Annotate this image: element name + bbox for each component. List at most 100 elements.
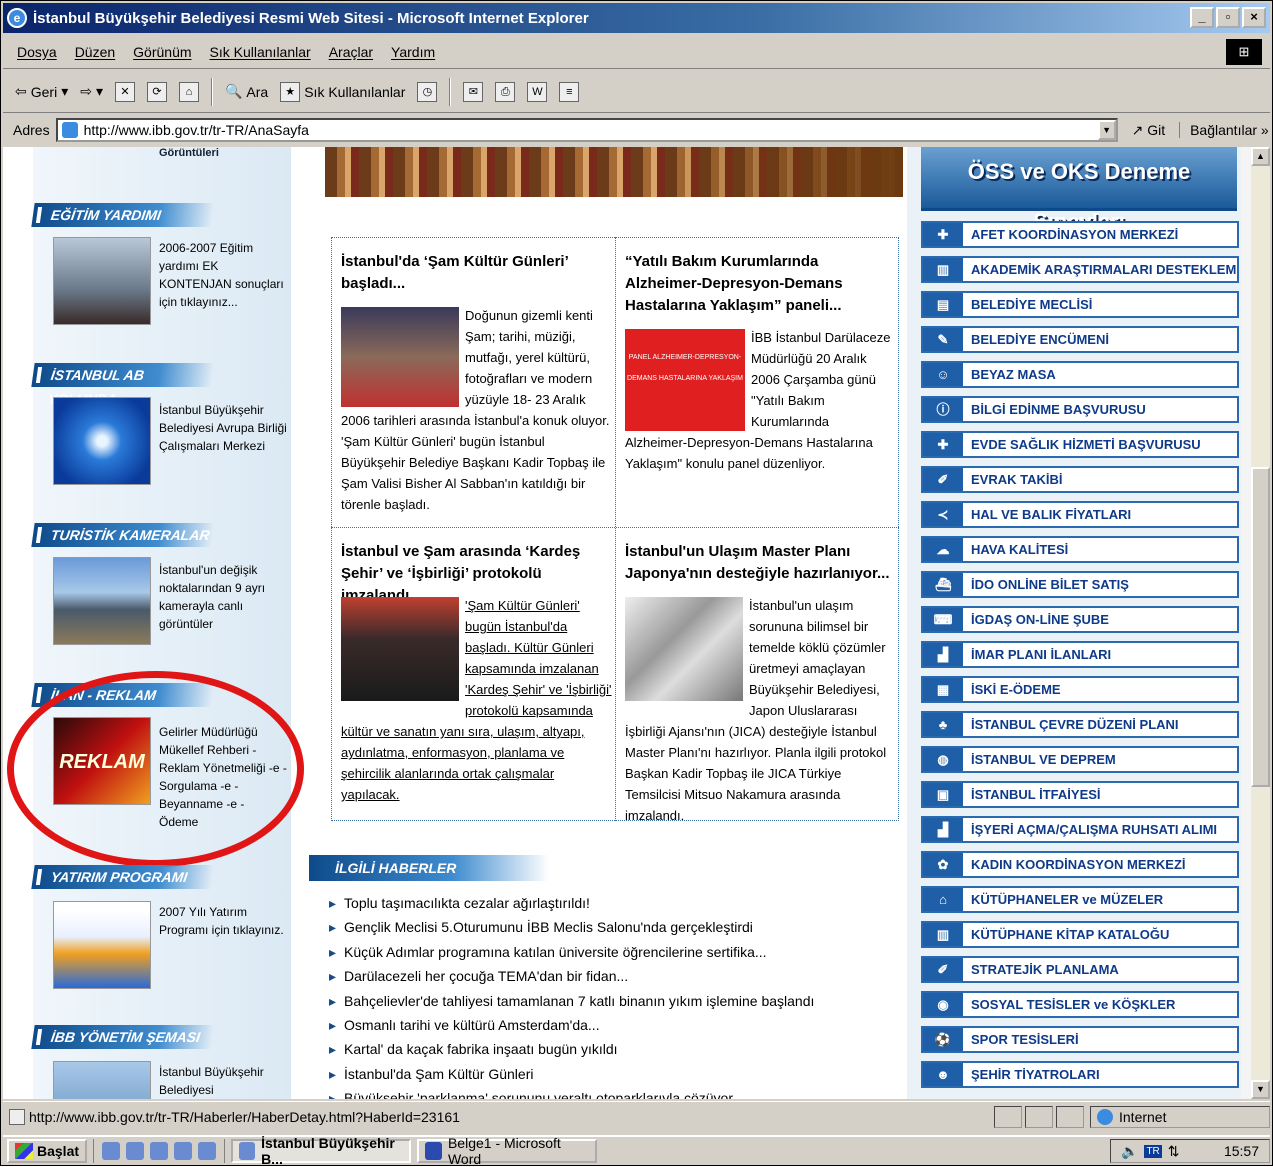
ie-quick-launch-icon[interactable] [174,1142,193,1160]
service-link[interactable]: ⛴ İDO ONLİNE BİLET SATIŞ [921,571,1239,598]
related-news-item[interactable]: Küçük Adımlar programına katılan ünivers… [329,940,889,964]
related-news-item[interactable]: Darülacezeli her çocuğa TEMA'dan bir fid… [329,964,889,988]
address-input[interactable]: http://www.ibb.gov.tr/tr-TR/AnaSayfa ▼ [55,118,1118,142]
service-link[interactable]: ✐ STRATEJİK PLANLAMA [921,956,1239,983]
quick-launch-icon[interactable] [198,1142,217,1160]
menu-gorunum[interactable]: Görünüm [133,44,191,60]
section-ibb-yonetim-semasi[interactable]: İBB YÖNETİM ŞEMASI [31,1025,215,1049]
discuss-icon[interactable]: ≡ [559,81,580,102]
scroll-down-icon[interactable]: ▼ [1251,1080,1270,1099]
minimize-button[interactable]: _ [1190,7,1214,28]
news-image-protokol[interactable] [341,597,459,701]
section-yatirim-programi[interactable]: YATIRIM PROGRAMI [31,865,215,889]
close-button[interactable]: × [1242,7,1266,28]
related-news-item[interactable]: Gençlik Meclisi 5.Oturumunu İBB Meclis S… [329,915,889,939]
ab-text[interactable]: İstanbul Büyükşehir Belediyesi Avrupa Bi… [159,401,287,455]
service-link[interactable]: ☁ HAVA KALİTESİ [921,536,1239,563]
menu-araclar[interactable]: Araçlar [329,44,373,60]
service-link[interactable]: ▥ AKADEMİK ARAŞTIRMALARI DESTEKLEME [921,256,1239,283]
service-link[interactable]: ▣ İSTANBUL İTFAİYESİ [921,781,1239,808]
related-news-item[interactable]: Osmanlı tarihi ve kültürü Amsterdam'da..… [329,1013,889,1037]
maximize-button[interactable]: ▫ [1216,7,1240,28]
related-news-item[interactable]: Büyükşehir 'parklanma' sorununu yeraltı … [329,1086,889,1099]
language-indicator[interactable]: TR [1144,1144,1162,1158]
volume-icon[interactable]: 🔈 [1121,1143,1138,1160]
oss-oks-banner[interactable]: ÖSS ve OKS Deneme Sınavları [921,147,1237,234]
search-button[interactable]: 🔍 Ara [225,83,268,100]
service-link[interactable]: ◉ SOSYAL TESİSLER ve KÖŞKLER [921,991,1239,1018]
service-link[interactable]: ⓘ BİLGİ EDİNME BAŞVURUSU [921,396,1239,423]
menu-yardim[interactable]: Yardım [391,44,435,60]
service-link[interactable]: ◍ İSTANBUL VE DEPREM [921,746,1239,773]
scroll-thumb[interactable] [1251,467,1270,787]
yatirim-text[interactable]: 2007 Yılı Yatırım Programı için tıklayın… [159,903,287,939]
history-icon[interactable]: ◷ [417,81,438,102]
news-image-master-plan[interactable] [625,597,743,701]
menu-dosya[interactable]: Dosya [17,44,57,60]
news-title[interactable]: “Yatılı Bakım Kurumlarında Alzheimer-Dep… [625,251,893,317]
scroll-up-icon[interactable]: ▲ [1251,147,1270,166]
quick-launch-icon[interactable] [102,1142,121,1160]
print-icon[interactable]: ⎙ [495,81,516,102]
quick-launch-icon[interactable] [150,1142,169,1160]
yonetim-image[interactable] [53,1061,151,1099]
service-link[interactable]: ✎ BELEDİYE ENCÜMENİ [921,326,1239,353]
vertical-scrollbar[interactable]: ▲ ▼ [1251,147,1270,1099]
yonetim-text[interactable]: İstanbul Büyükşehir Belediyesi [159,1063,287,1099]
related-news-item[interactable]: Toplu taşımacılıkta cezalar ağırlaştırıl… [329,891,889,915]
quick-launch-icon[interactable] [126,1142,145,1160]
mail-icon[interactable]: ✉ [463,81,484,102]
service-link[interactable]: ☻ ŞEHİR TİYATROLARI [921,1061,1239,1088]
news-title[interactable]: İstanbul'un Ulaşım Master Planı Japonya'… [625,541,893,585]
menu-duzen[interactable]: Düzen [75,44,115,60]
ab-image[interactable] [53,397,151,485]
kamera-text[interactable]: İstanbul'un değişik noktalarından 9 ayrı… [159,561,287,633]
section-egitim-yardimi[interactable]: EĞİTİM YARDIMI [31,203,215,227]
related-news-item[interactable]: Kartal' da kaçak fabrika inşaatı bugün y… [329,1037,889,1061]
clock[interactable]: 15:57 [1224,1143,1259,1159]
service-link[interactable]: ▦ İSKİ E-ÖDEME [921,676,1239,703]
egitim-text[interactable]: 2006-2007 Eğitim yardımı EK KONTENJAN so… [159,239,287,311]
service-link[interactable]: ≺ HAL VE BALIK FİYATLARI [921,501,1239,528]
menu-sik-kullanilanlar[interactable]: Sık Kullanılanlar [210,44,311,60]
service-link[interactable]: ▥ KÜTÜPHANE KİTAP KATALOĞU [921,921,1239,948]
back-button[interactable]: ⇦ Geri ▾ [15,83,68,100]
service-link[interactable]: ▟ İMAR PLANI İLANLARI [921,641,1239,668]
task-ie[interactable]: İstanbul Büyükşehir B... [231,1135,412,1167]
news-title[interactable]: İstanbul'da ‘Şam Kültür Günleri’ başladı… [341,251,609,295]
forward-button[interactable]: ⇨ ▾ [80,83,103,100]
service-link[interactable]: ✿ KADIN KOORDİNASYON MERKEZİ [921,851,1239,878]
word-edit-icon[interactable]: W [527,81,548,102]
refresh-icon[interactable]: ⟳ [146,81,167,102]
links-button[interactable]: Bağlantılar » [1179,122,1269,138]
top-news-image[interactable] [325,147,903,197]
service-link[interactable]: ✚ EVDE SAĞLIK HİZMETİ BAŞVURUSU [921,431,1239,458]
service-link[interactable]: ⌂ KÜTÜPHANELER ve MÜZELER [921,886,1239,913]
service-link[interactable]: ☺ BEYAZ MASA [921,361,1239,388]
kamera-image[interactable] [53,557,151,645]
news-image-sam[interactable] [341,307,459,407]
service-link[interactable]: ▤ BELEDİYE MECLİSİ [921,291,1239,318]
service-link[interactable]: ⚽ SPOR TESİSLERİ [921,1026,1239,1053]
favorites-button[interactable]: ★ Sık Kullanılanlar [280,81,405,102]
egitim-image[interactable] [53,237,151,325]
news-image-panel[interactable]: PANEL ALZHEIMER-DEPRESYON-DEMANS HASTALA… [625,329,745,431]
address-dropdown-icon[interactable]: ▼ [1097,120,1116,140]
network-icon[interactable]: ⇅ [1168,1143,1180,1160]
task-word[interactable]: Belge1 - Microsoft Word [417,1135,598,1167]
section-ab-yolunda[interactable]: İSTANBUL AB YOLUNDA [31,363,215,407]
service-link[interactable]: ⌨ İGDAŞ ON-LİNE ŞUBE [921,606,1239,633]
service-link[interactable]: ✚ AFET KOORDİNASYON MERKEZİ [921,221,1239,248]
stop-icon[interactable]: ✕ [114,81,135,102]
service-link[interactable]: ✐ EVRAK TAKİBİ [921,466,1239,493]
related-news-item[interactable]: İstanbul'da Şam Kültür Günleri [329,1062,889,1086]
related-news-item[interactable]: Bahçelievler'de tahliyesi tamamlanan 7 k… [329,989,889,1013]
start-button[interactable]: Başlat [7,1139,88,1163]
service-link[interactable]: ▟ İŞYERİ AÇMA/ÇALIŞMA RUHSATI ALIMI [921,816,1239,843]
home-icon[interactable]: ⌂ [178,81,199,102]
section-turistik-kameralar[interactable]: TURİSTİK KAMERALAR [31,523,215,547]
museum-icon: ⌂ [923,888,963,911]
go-button[interactable]: ↗ Git [1132,122,1166,139]
yatirim-image[interactable] [53,901,151,989]
service-link[interactable]: ♣ İSTANBUL ÇEVRE DÜZENİ PLANI [921,711,1239,738]
